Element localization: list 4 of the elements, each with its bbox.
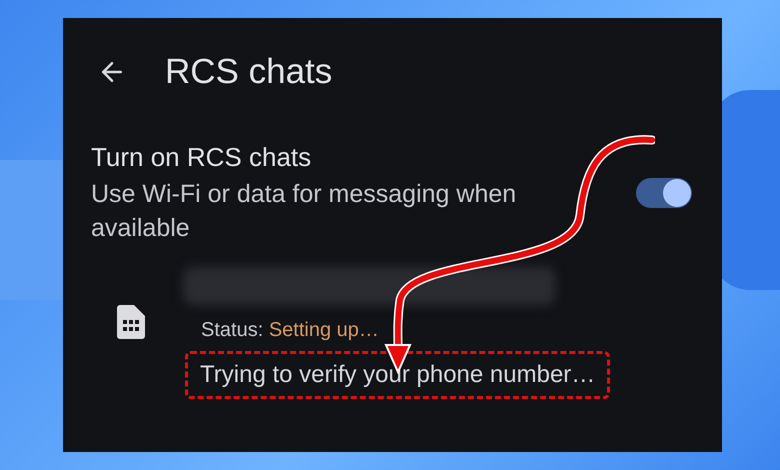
setting-description: Use Wi-Fi or data for messaging when available	[91, 179, 518, 244]
status-text: Status: Setting up…	[201, 318, 380, 343]
setting-title: Turn on RCS chats	[91, 141, 312, 173]
screen-title: RCS chats	[165, 54, 332, 89]
